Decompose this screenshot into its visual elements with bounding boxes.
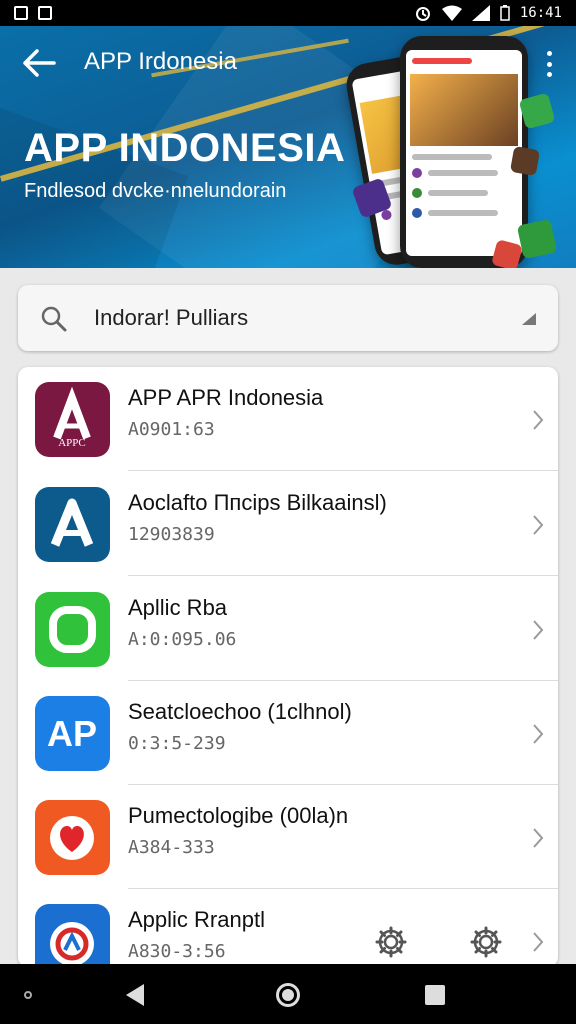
signal-icon: [471, 5, 490, 21]
back-arrow-icon[interactable]: [22, 48, 56, 78]
list-item[interactable]: Aoclafto Ппcips Bilkaainsl) 12903839: [18, 472, 558, 576]
list-item[interactable]: AP Seatcloechoo (1clhnol) 0:3:5-239: [18, 681, 558, 785]
chevron-right-icon: [533, 410, 544, 430]
list-item[interactable]: Pumectologibe (00la)n A384-333: [18, 785, 558, 889]
app-code: A0901:63: [128, 419, 215, 440]
divider: [128, 470, 558, 471]
app-name: Seatcloechoo (1clhnol): [128, 699, 352, 724]
app-list: APPC APP APR Indonesia A0901:63 Aoclafto…: [18, 367, 558, 967]
search-input[interactable]: Indorar! Pulliars: [18, 285, 558, 351]
app-code: A:0:095.06: [128, 629, 237, 650]
search-value: Indorar! Pulliars: [94, 305, 249, 330]
battery-icon: [500, 5, 510, 21]
chevron-right-icon: [533, 828, 544, 848]
list-item[interactable]: APPC APP APR Indonesia A0901:63: [18, 367, 558, 471]
wifi-icon: [441, 5, 462, 21]
app-code: 12903839: [128, 524, 215, 545]
app-logo: AP: [35, 696, 110, 771]
chevron-right-icon: [533, 932, 544, 952]
app-name: Applic Rranptl: [128, 907, 265, 932]
app-name: Apllic Rbа: [128, 595, 228, 620]
settings-icon[interactable]: [374, 925, 408, 959]
app-code: A830-3:56: [128, 941, 226, 962]
page-title: APP Irdonesia: [84, 48, 237, 75]
app-logo: APPC: [35, 382, 110, 457]
nav-back-button[interactable]: [126, 984, 144, 1006]
status-time: 16:41: [519, 5, 562, 21]
app-logo: [35, 800, 110, 875]
settings-icon[interactable]: [469, 925, 503, 959]
divider: [128, 575, 558, 576]
list-item[interactable]: Apllic Rbа A:0:095.06: [18, 577, 558, 681]
decorative-app-tile: [518, 92, 556, 130]
nav-home-button[interactable]: [276, 983, 300, 1007]
banner-headline: APP INDONESIA: [24, 126, 346, 170]
decorative-app-tile: [516, 218, 558, 260]
app-logo-text: AP: [47, 713, 97, 754]
list-item[interactable]: Applic Rranptl A830-3:56: [18, 889, 558, 967]
app-name: Aoclafto Ппcips Bilkaainsl): [128, 490, 387, 515]
decorative-app-tile: [509, 145, 541, 177]
overflow-menu-icon[interactable]: [538, 48, 560, 80]
app-logo: [35, 592, 110, 667]
chevron-right-icon: [533, 620, 544, 640]
system-nav-bar: [0, 964, 576, 1024]
app-logo: [35, 904, 110, 967]
app-logo: [35, 487, 110, 562]
app-code: A384-333: [128, 837, 215, 858]
app-code: 0:3:5-239: [128, 733, 226, 754]
phone-illustration: [400, 36, 528, 268]
alarm-icon: [415, 7, 430, 21]
sim-icon: [14, 6, 28, 20]
status-right: 16:41: [414, 5, 562, 21]
notification-icon: [38, 6, 52, 20]
chevron-right-icon: [533, 515, 544, 535]
status-left: [14, 6, 52, 20]
banner-subtitle: Fndlesod dvcke·nnelundorain: [24, 180, 287, 202]
app-name: APP APR Indonesia: [128, 385, 324, 410]
status-bar: 16:41: [0, 0, 576, 26]
dropdown-icon[interactable]: [522, 313, 536, 325]
nav-recents-button[interactable]: [425, 985, 445, 1005]
header-banner: APP Irdonesia APP INDONESIA Fndlesod dvc…: [0, 26, 576, 268]
search-icon: [41, 306, 67, 332]
app-name: Pumectologibe (00la)n: [128, 803, 349, 828]
nav-dot-icon: [24, 991, 32, 999]
chevron-right-icon: [533, 724, 544, 744]
app-logo-text: APPC: [58, 437, 86, 449]
